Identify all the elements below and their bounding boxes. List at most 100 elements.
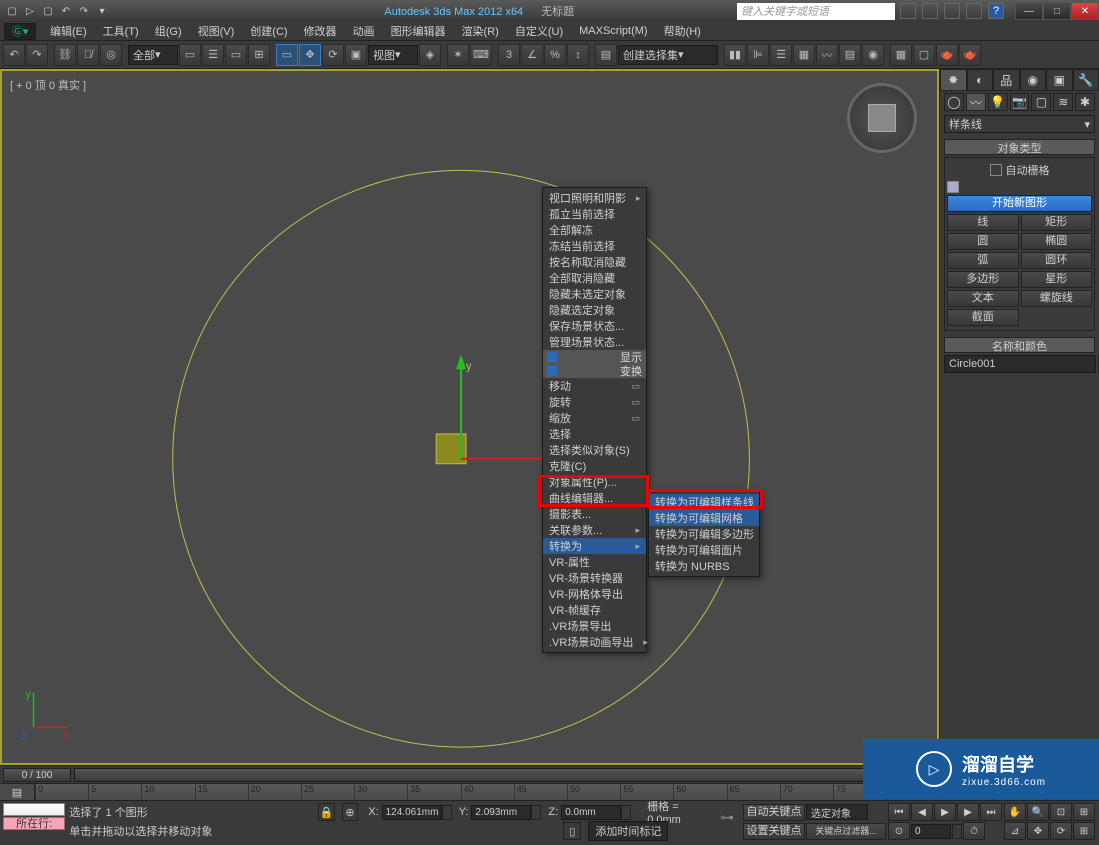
unlink-button[interactable]: ⛓̸ bbox=[77, 44, 99, 66]
help-icon[interactable]: ? bbox=[988, 3, 1004, 19]
time-tag-button[interactable]: ▯ bbox=[563, 822, 581, 840]
exchange-icon[interactable] bbox=[944, 3, 960, 19]
btn-line[interactable]: 线 bbox=[947, 214, 1019, 231]
rollout-object-type[interactable]: 对象类型 bbox=[944, 139, 1095, 155]
ctx-unhide-all[interactable]: 全部取消隐藏 bbox=[543, 270, 646, 286]
btn-text[interactable]: 文本 bbox=[947, 290, 1019, 307]
subtab-helpers[interactable]: ▢ bbox=[1031, 93, 1051, 111]
script-listener-mini[interactable] bbox=[3, 803, 65, 816]
viewport[interactable]: [ + 0 顶 0 真实 ] y y x z 视口照明和阴影▸ 孤立当前选择 全… bbox=[0, 69, 939, 765]
ctx-object-props[interactable]: 对象属性(P)... bbox=[543, 474, 646, 490]
window-crossing-button[interactable]: ⊞ bbox=[248, 44, 270, 66]
percent-snap-button[interactable]: % bbox=[544, 44, 566, 66]
sub-edit-patch[interactable]: 转换为可编辑面片 bbox=[649, 542, 759, 558]
ctx-isolate[interactable]: 孤立当前选择 bbox=[543, 206, 646, 222]
goto-end-button[interactable]: ⏭ bbox=[980, 803, 1002, 821]
btn-circle[interactable]: 圆 bbox=[947, 233, 1019, 250]
refcoord-dropdown[interactable]: 视图 ▾ bbox=[368, 45, 418, 65]
ctx-clone[interactable]: 克隆(C) bbox=[543, 458, 646, 474]
qat-undo-icon[interactable]: ↶ bbox=[58, 3, 74, 19]
subtab-geometry[interactable]: ◯ bbox=[944, 93, 964, 111]
ctx-curve-editor[interactable]: 曲线编辑器... bbox=[543, 490, 646, 506]
select-button[interactable]: ▭ bbox=[276, 44, 298, 66]
minimize-button[interactable]: — bbox=[1015, 2, 1043, 20]
script-listener-macro[interactable]: 所在行: bbox=[3, 817, 65, 830]
ctx-rotate[interactable]: 旋转▭ bbox=[543, 394, 646, 410]
next-frame-button[interactable]: ▶ bbox=[957, 803, 979, 821]
menu-create[interactable]: 创建(C) bbox=[242, 21, 295, 41]
subtab-lights[interactable]: 💡 bbox=[988, 93, 1008, 111]
ctx-hide-sel[interactable]: 隐藏选定对象 bbox=[543, 302, 646, 318]
qat-open-icon[interactable]: ▷ bbox=[22, 3, 38, 19]
ctx-viewport-lighting[interactable]: 视口照明和阴影▸ bbox=[543, 190, 646, 206]
btn-rectangle[interactable]: 矩形 bbox=[1021, 214, 1093, 231]
orbit-button[interactable]: ⟳ bbox=[1050, 822, 1072, 840]
setkey-button[interactable]: 设置关键点 bbox=[743, 823, 805, 840]
scale-button[interactable]: ▣ bbox=[345, 44, 367, 66]
btn-ngon[interactable]: 多边形 bbox=[947, 271, 1019, 288]
rollout-name-color[interactable]: 名称和颜色 bbox=[944, 337, 1095, 353]
curve-editor-button[interactable]: 〰 bbox=[816, 44, 838, 66]
object-name-input[interactable] bbox=[944, 355, 1096, 373]
btn-donut[interactable]: 圆环 bbox=[1021, 252, 1093, 269]
menu-views[interactable]: 视图(V) bbox=[190, 21, 243, 41]
autokey-button[interactable]: 自动关键点 bbox=[743, 804, 805, 821]
keyboard-shortcut-button[interactable]: ⌨ bbox=[470, 44, 492, 66]
manipulate-button[interactable]: ✶ bbox=[447, 44, 469, 66]
move-button[interactable]: ✥ bbox=[299, 44, 321, 66]
btn-ellipse[interactable]: 椭圆 bbox=[1021, 233, 1093, 250]
zoom-extents-button[interactable]: ⊞ bbox=[1073, 803, 1095, 821]
subtab-systems[interactable]: ✱ bbox=[1075, 93, 1095, 111]
render-prod-button[interactable]: 🫖 bbox=[959, 44, 981, 66]
zoom-all-button[interactable]: ⊡ bbox=[1050, 803, 1072, 821]
rotate-button[interactable]: ⟳ bbox=[322, 44, 344, 66]
add-time-tag[interactable]: 添加时间标记 bbox=[588, 821, 668, 841]
zoom-button[interactable]: 🔍 bbox=[1027, 803, 1049, 821]
time-slider[interactable]: 0 / 100 bbox=[3, 768, 71, 782]
layers-button[interactable]: ☰ bbox=[770, 44, 792, 66]
ctx-vr-scene-converter[interactable]: VR-场景转换器 bbox=[543, 570, 646, 586]
ctx-vr-props[interactable]: VR-属性 bbox=[543, 554, 646, 570]
ctx-scale[interactable]: 缩放▭ bbox=[543, 410, 646, 426]
coord-z[interactable]: 0.0mm bbox=[561, 805, 621, 820]
rendered-frame-button[interactable]: ▢ bbox=[913, 44, 935, 66]
current-frame-input[interactable]: 0 bbox=[911, 824, 951, 839]
menu-grapheditors[interactable]: 图形编辑器 bbox=[383, 21, 454, 41]
btn-section[interactable]: 截面 bbox=[947, 309, 1019, 326]
coord-x[interactable]: 124.061mm bbox=[382, 805, 442, 820]
render-setup-button[interactable]: ▦ bbox=[890, 44, 912, 66]
graphite-button[interactable]: ▦ bbox=[793, 44, 815, 66]
prev-frame-button[interactable]: ◀ bbox=[911, 803, 933, 821]
fov-button[interactable]: ⊿ bbox=[1004, 822, 1026, 840]
redo-button[interactable]: ↷ bbox=[26, 44, 48, 66]
ctx-move[interactable]: 移动▭ bbox=[543, 378, 646, 394]
mirror-button[interactable]: ▮▮ bbox=[724, 44, 746, 66]
bind-button[interactable]: ◎ bbox=[100, 44, 122, 66]
lock-selection-button[interactable]: 🔒 bbox=[318, 803, 335, 821]
ctx-manage-scene-state[interactable]: 管理场景状态... bbox=[543, 334, 646, 350]
ctx-wire-params[interactable]: 关联参数...▸ bbox=[543, 522, 646, 538]
play-button[interactable]: ▶ bbox=[934, 803, 956, 821]
sub-edit-poly[interactable]: 转换为可编辑多边形 bbox=[649, 526, 759, 542]
subtab-shapes[interactable]: 〰 bbox=[966, 93, 986, 111]
favorites-icon[interactable] bbox=[966, 3, 982, 19]
select-object-button[interactable]: ▭ bbox=[179, 44, 201, 66]
named-selection-button[interactable]: ▤ bbox=[595, 44, 617, 66]
render-button[interactable]: 🫖 bbox=[936, 44, 958, 66]
menu-edit[interactable]: 编辑(E) bbox=[42, 21, 95, 41]
search-input[interactable]: 键入关键字或短语 bbox=[737, 3, 895, 20]
category-dropdown[interactable]: 样条线▾ bbox=[944, 115, 1095, 133]
infocenter-icon[interactable] bbox=[900, 3, 916, 19]
ctx-freeze-sel[interactable]: 冻结当前选择 bbox=[543, 238, 646, 254]
ctx-vr-framebuffer[interactable]: VR-帧缓存 bbox=[543, 602, 646, 618]
qat-dropdown-icon[interactable]: ▾ bbox=[94, 3, 110, 19]
trackbar-toggle[interactable]: ▤ bbox=[0, 784, 35, 800]
select-by-name-button[interactable]: ☰ bbox=[202, 44, 224, 66]
ctx-select-similar[interactable]: 选择类似对象(S) bbox=[543, 442, 646, 458]
ctx-save-scene-state[interactable]: 保存场景状态... bbox=[543, 318, 646, 334]
align-button[interactable]: ⊫ bbox=[747, 44, 769, 66]
keyfilters-button[interactable]: 关键点过滤器... bbox=[806, 823, 886, 840]
close-button[interactable]: ✕ bbox=[1071, 2, 1099, 20]
btn-star[interactable]: 星形 bbox=[1021, 271, 1093, 288]
undo-button[interactable]: ↶ bbox=[3, 44, 25, 66]
